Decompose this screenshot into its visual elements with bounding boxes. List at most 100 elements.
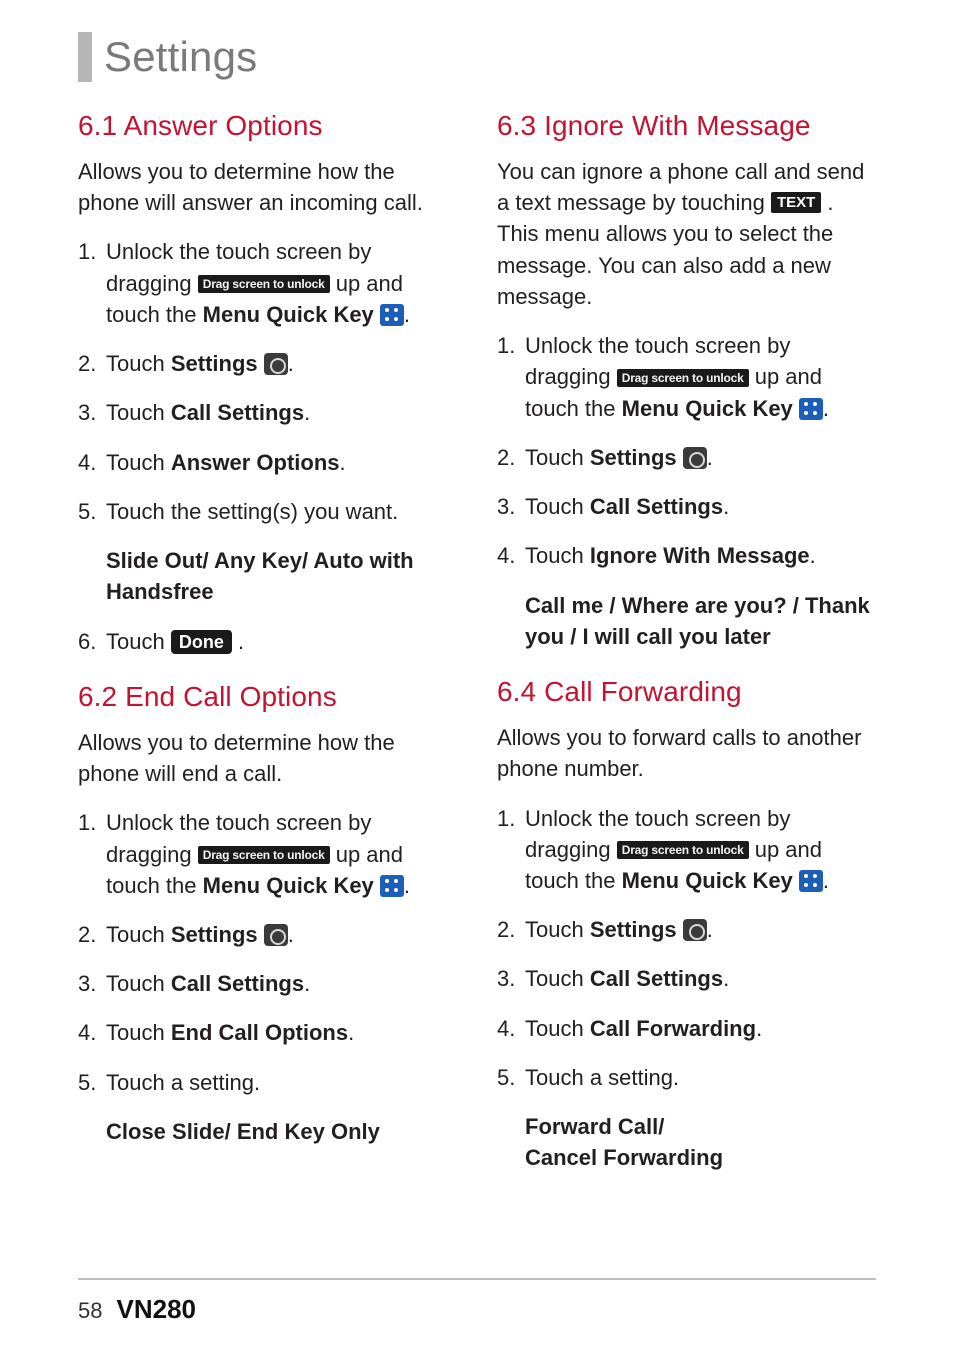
text: Touch: [525, 445, 590, 470]
step-6-4-1: Unlock the touch screen by dragging Drag…: [497, 803, 876, 897]
call-settings-label: Call Settings: [171, 971, 304, 996]
step-6-1-2: Touch Settings .: [78, 348, 457, 379]
gear-icon: [683, 447, 707, 469]
intro-6-2: Allows you to determine how the phone wi…: [78, 727, 457, 789]
period: .: [348, 1020, 354, 1045]
period: .: [723, 494, 729, 519]
answer-options-label: Answer Options: [171, 450, 340, 475]
text: Touch: [106, 1020, 171, 1045]
period: .: [756, 1016, 762, 1041]
options-6-4: Forward Call/ Cancel Forwarding: [525, 1111, 876, 1173]
step-6-2-4: Touch End Call Options.: [78, 1017, 457, 1048]
drag-unlock-icon: Drag screen to unlock: [617, 369, 749, 387]
model-name: VN280: [116, 1294, 196, 1325]
period: .: [707, 917, 713, 942]
steps-6-2: Unlock the touch screen by dragging Drag…: [78, 807, 457, 1098]
text: Touch: [525, 494, 590, 519]
call-forwarding-label: Call Forwarding: [590, 1016, 756, 1041]
text: Touch: [106, 922, 171, 947]
settings-label: Settings: [590, 445, 677, 470]
ignore-with-message-label: Ignore With Message: [590, 543, 810, 568]
step-6-4-4: Touch Call Forwarding.: [497, 1013, 876, 1044]
intro-6-3: You can ignore a phone call and send a t…: [497, 156, 876, 312]
text: .: [232, 629, 244, 654]
step-6-4-2: Touch Settings .: [497, 914, 876, 945]
period: .: [304, 400, 310, 425]
heading-6-1: 6.1 Answer Options: [78, 110, 457, 142]
title-accent-bar: [78, 32, 92, 82]
gear-icon: [264, 353, 288, 375]
step-6-3-2: Touch Settings .: [497, 442, 876, 473]
drag-unlock-icon: Drag screen to unlock: [617, 841, 749, 859]
period: .: [404, 302, 410, 327]
settings-label: Settings: [171, 922, 258, 947]
gear-icon: [683, 919, 707, 941]
step-6-1-5: Touch the setting(s) you want.: [78, 496, 457, 527]
step-6-2-5: Touch a setting.: [78, 1067, 457, 1098]
period: .: [288, 922, 294, 947]
step-6-4-5: Touch a setting.: [497, 1062, 876, 1093]
drag-unlock-icon: Drag screen to unlock: [198, 846, 330, 864]
text: Touch: [106, 450, 171, 475]
period: .: [723, 966, 729, 991]
options-6-2: Close Slide/ End Key Only: [106, 1116, 457, 1147]
period: .: [707, 445, 713, 470]
heading-6-4: 6.4 Call Forwarding: [497, 676, 876, 708]
text: Touch: [525, 966, 590, 991]
call-settings-label: Call Settings: [590, 966, 723, 991]
right-column: 6.3 Ignore With Message You can ignore a…: [497, 108, 876, 1192]
period: .: [404, 873, 410, 898]
step-6-2-2: Touch Settings .: [78, 919, 457, 950]
step-6-1-4: Touch Answer Options.: [78, 447, 457, 478]
menu-quick-key-icon: [380, 304, 404, 326]
text-button-icon: TEXT: [771, 192, 821, 213]
intro-6-1: Allows you to determine how the phone wi…: [78, 156, 457, 218]
text: Touch: [106, 351, 171, 376]
done-button-icon: Done: [171, 630, 232, 654]
step-6-3-3: Touch Call Settings.: [497, 491, 876, 522]
page-title: Settings: [104, 33, 257, 81]
call-settings-label: Call Settings: [590, 494, 723, 519]
end-call-options-label: End Call Options: [171, 1020, 348, 1045]
menu-quick-key-label: Menu Quick Key: [203, 302, 374, 327]
menu-quick-key-icon: [799, 398, 823, 420]
call-settings-label: Call Settings: [171, 400, 304, 425]
steps-6-1: Unlock the touch screen by dragging Drag…: [78, 236, 457, 527]
step-6-1-6: Touch Done .: [78, 626, 457, 657]
text: Touch: [525, 543, 590, 568]
menu-quick-key-icon: [799, 870, 823, 892]
left-column: 6.1 Answer Options Allows you to determi…: [78, 108, 457, 1192]
step-6-1-3: Touch Call Settings.: [78, 397, 457, 428]
steps-6-4: Unlock the touch screen by dragging Drag…: [497, 803, 876, 1094]
page-number: 58: [78, 1298, 102, 1324]
steps-6-1b: Touch Done .: [78, 626, 457, 657]
intro-6-4: Allows you to forward calls to another p…: [497, 722, 876, 784]
step-6-2-1: Unlock the touch screen by dragging Drag…: [78, 807, 457, 901]
step-6-4-3: Touch Call Settings.: [497, 963, 876, 994]
page-title-row: Settings: [78, 32, 876, 82]
step-6-1-1: Unlock the touch screen by dragging Drag…: [78, 236, 457, 330]
settings-label: Settings: [171, 351, 258, 376]
text: Touch: [525, 917, 590, 942]
step-6-2-3: Touch Call Settings.: [78, 968, 457, 999]
heading-6-2: 6.2 End Call Options: [78, 681, 457, 713]
period: .: [304, 971, 310, 996]
text: Touch: [525, 1016, 590, 1041]
options-6-3: Call me / Where are you? / Thank you / I…: [525, 590, 876, 652]
menu-quick-key-label: Menu Quick Key: [203, 873, 374, 898]
period: .: [823, 396, 829, 421]
gear-icon: [264, 924, 288, 946]
period: .: [823, 868, 829, 893]
heading-6-3: 6.3 Ignore With Message: [497, 110, 876, 142]
period: .: [288, 351, 294, 376]
drag-unlock-icon: Drag screen to unlock: [198, 275, 330, 293]
page-footer: 58 VN280: [78, 1278, 876, 1325]
text: Touch: [106, 629, 171, 654]
menu-quick-key-icon: [380, 875, 404, 897]
period: .: [810, 543, 816, 568]
settings-label: Settings: [590, 917, 677, 942]
menu-quick-key-label: Menu Quick Key: [622, 396, 793, 421]
options-6-1: Slide Out/ Any Key/ Auto with Handsfree: [106, 545, 457, 607]
text: Touch: [106, 971, 171, 996]
steps-6-3: Unlock the touch screen by dragging Drag…: [497, 330, 876, 571]
